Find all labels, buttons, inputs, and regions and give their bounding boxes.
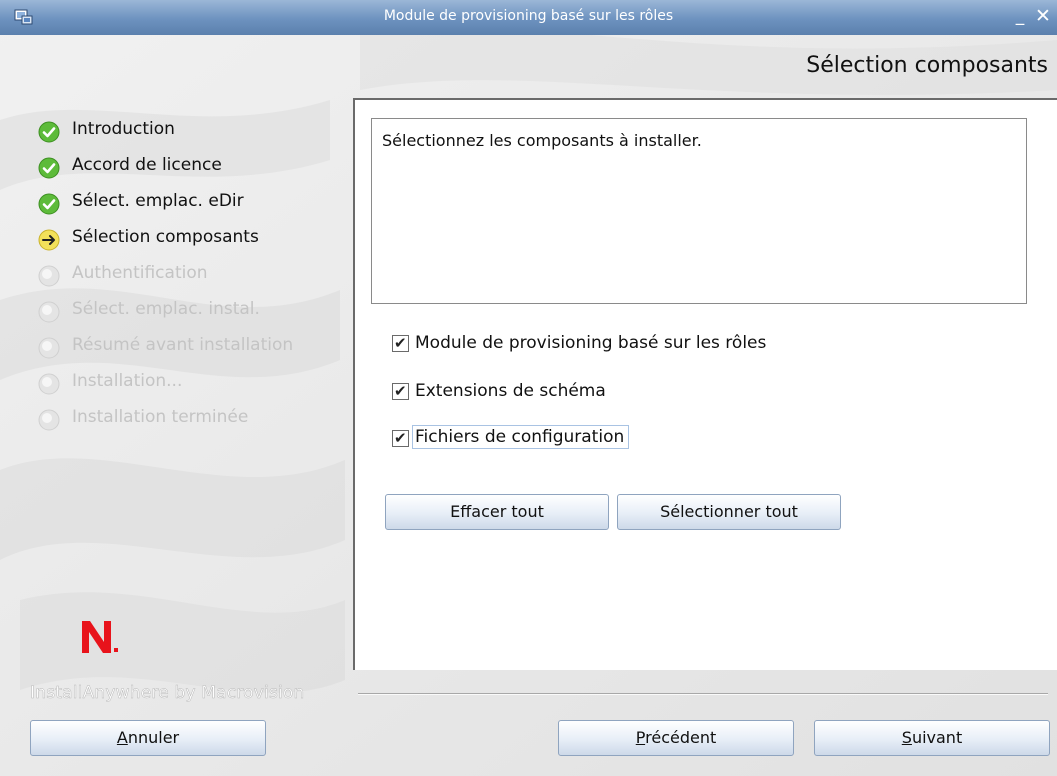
- cancel-button[interactable]: Annuler: [30, 720, 266, 756]
- close-button[interactable]: ✕: [1032, 4, 1054, 28]
- next-button[interactable]: Suivant: [814, 720, 1050, 756]
- previous-mnemonic: P: [635, 728, 646, 747]
- description-text: Sélectionnez les composants à installer.: [382, 131, 702, 150]
- title-bar[interactable]: Module de provisioning basé sur les rôle…: [0, 0, 1057, 35]
- step-label: Sélect. emplac. eDir: [72, 191, 244, 211]
- window-title: Module de provisioning basé sur les rôle…: [383, 8, 674, 24]
- novell-n-logo: [82, 621, 118, 653]
- checkbox-box[interactable]: ✔: [392, 429, 409, 447]
- pending-step-icon: [38, 265, 60, 287]
- step-label: Installation terminée: [72, 407, 249, 427]
- completed-check-icon: [38, 121, 60, 143]
- cancel-mnemonic: A: [116, 728, 128, 747]
- current-step-arrow-icon: [38, 229, 60, 251]
- installer-window: Module de provisioning basé sur les rôle…: [0, 0, 1057, 776]
- step-label: Sélection composants: [72, 227, 259, 247]
- step-label: Accord de licence: [72, 155, 222, 175]
- clear-all-button[interactable]: Effacer tout: [385, 494, 609, 530]
- page-heading: Sélection composants: [806, 53, 1048, 78]
- next-mnemonic: S: [901, 728, 912, 747]
- step-label: Introduction: [72, 119, 175, 139]
- checkbox-box[interactable]: ✔: [392, 334, 409, 352]
- description-box: Sélectionnez les composants à installer.: [371, 118, 1027, 304]
- next-label-rest: uivant: [911, 728, 963, 747]
- select-all-button[interactable]: Sélectionner tout: [617, 494, 841, 530]
- step-label: Installation...: [72, 371, 183, 391]
- checkbox-label[interactable]: Extensions de schéma: [415, 380, 606, 402]
- checkmark-icon: ✔: [394, 382, 407, 400]
- pending-step-icon: [38, 373, 60, 395]
- pending-step-icon: [38, 337, 60, 359]
- checkbox-label[interactable]: Fichiers de configuration: [412, 425, 630, 449]
- checkbox-box[interactable]: ✔: [392, 382, 409, 400]
- step-label: Résumé avant installation: [72, 335, 294, 355]
- minimize-button[interactable]: _: [1011, 4, 1029, 28]
- vendor-credit: InstallAnywhere by Macrovision: [30, 683, 305, 704]
- checkmark-icon: ✔: [394, 334, 407, 352]
- completed-check-icon: [38, 157, 60, 179]
- cancel-label-rest: nnuler: [127, 728, 180, 747]
- checkbox-label[interactable]: Module de provisioning basé sur les rôle…: [415, 332, 766, 354]
- previous-label-rest: récédent: [645, 728, 717, 747]
- pending-step-icon: [38, 409, 60, 431]
- checkmark-icon: ✔: [394, 429, 407, 447]
- completed-check-icon: [38, 193, 60, 215]
- previous-button[interactable]: Précédent: [558, 720, 794, 756]
- content-panel: Sélectionnez les composants à installer.…: [353, 98, 1057, 670]
- step-label: Sélect. emplac. instal.: [72, 299, 260, 319]
- step-label: Authentification: [72, 263, 208, 283]
- pending-step-icon: [38, 301, 60, 323]
- footer-separator: [358, 693, 1048, 695]
